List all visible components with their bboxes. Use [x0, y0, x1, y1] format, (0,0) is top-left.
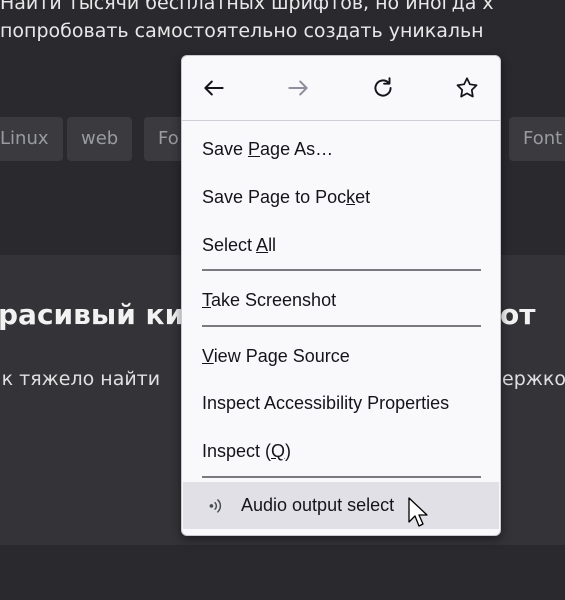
page-bottom-area	[0, 545, 565, 600]
menu-item-save-to-pocket[interactable]: Save Page to Pocket	[182, 174, 500, 220]
article-excerpt-left: ак тяжело найти	[0, 368, 161, 390]
mouse-cursor-icon	[408, 497, 428, 527]
paragraph-line-2: попробовать самостоятельно создать уника…	[0, 20, 484, 42]
menu-item-inspect[interactable]: Inspect (Q)	[182, 428, 500, 474]
context-menu-navigation	[182, 56, 500, 120]
speaker-icon	[209, 499, 222, 513]
menu-item-select-all[interactable]: Select All	[182, 222, 500, 268]
menu-item-audio-output-select[interactable]: Audio output select	[183, 482, 499, 529]
tag-web[interactable]: web	[67, 117, 133, 161]
bookmark-button[interactable]	[449, 70, 485, 106]
tag-linux[interactable]: Linux	[0, 117, 63, 161]
menu-separator	[202, 269, 481, 271]
arrow-right-icon	[288, 80, 308, 96]
menu-separator	[182, 120, 500, 121]
back-button[interactable]	[196, 70, 232, 106]
article-heading-left[interactable]: расивый ки	[0, 298, 184, 331]
context-menu: Save Page As… Save Page to Pocket Select…	[181, 55, 501, 536]
reload-button[interactable]	[365, 70, 401, 106]
menu-separator	[202, 325, 481, 327]
menu-item-inspect-accessibility[interactable]: Inspect Accessibility Properties	[182, 380, 500, 426]
article-heading-right[interactable]: от	[500, 298, 535, 331]
article-excerpt-right: ержко	[502, 368, 565, 390]
tag-font[interactable]: Font	[509, 117, 565, 161]
menu-item-take-screenshot[interactable]: Take Screenshot	[182, 277, 500, 323]
menu-separator	[202, 476, 481, 478]
arrow-left-icon	[204, 80, 224, 96]
menu-item-save-page-as[interactable]: Save Page As…	[182, 126, 500, 172]
reload-icon	[374, 77, 392, 97]
menu-item-view-page-source[interactable]: View Page Source	[182, 333, 500, 379]
forward-button[interactable]	[280, 70, 316, 106]
paragraph-line-1: Найти тысячи бесплатных шрифтов, но иног…	[0, 0, 494, 14]
star-icon	[456, 77, 478, 98]
